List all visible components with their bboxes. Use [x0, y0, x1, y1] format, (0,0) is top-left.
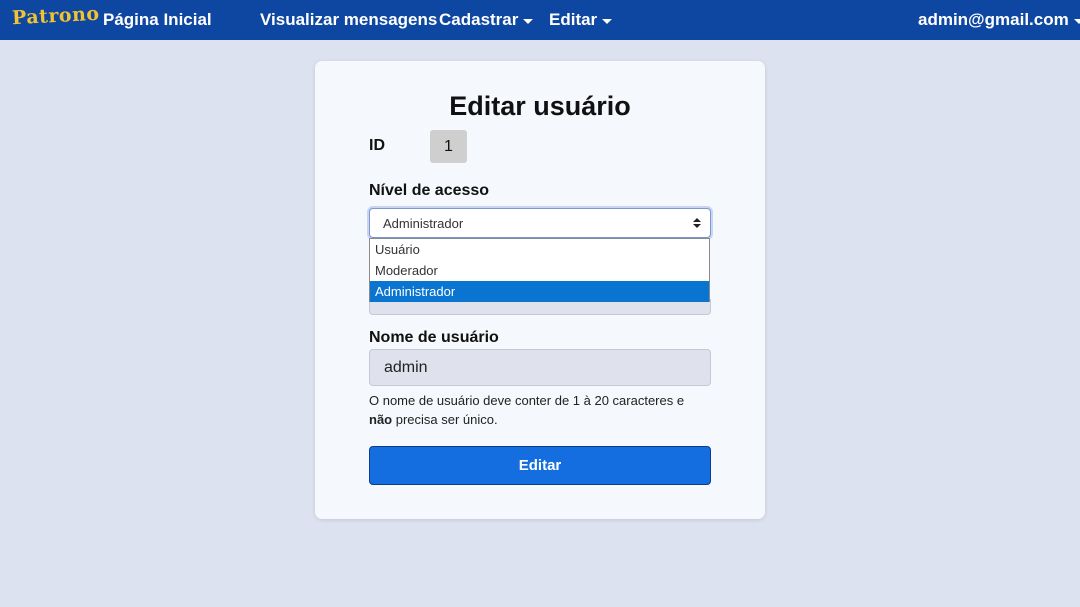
nav-register-dropdown[interactable]: Cadastrar: [439, 0, 534, 40]
nav-edit-dropdown[interactable]: Editar: [549, 0, 613, 40]
access-level-value: Administrador: [383, 215, 464, 231]
username-input[interactable]: admin: [369, 349, 711, 386]
option-usuario[interactable]: Usuário: [370, 239, 709, 260]
help-text-part2: precisa ser único.: [392, 412, 498, 427]
brand-logo[interactable]: Patrono: [11, 3, 100, 30]
edit-submit-button[interactable]: Editar: [369, 446, 711, 485]
help-text-part1: O nome de usuário deve conter de 1 à 20 …: [369, 393, 685, 408]
option-administrador[interactable]: Administrador: [370, 281, 709, 302]
page-title: Editar usuário: [449, 91, 631, 121]
access-level-select[interactable]: Administrador: [369, 208, 711, 238]
id-value: 1: [430, 130, 467, 163]
nav-register-label: Cadastrar: [439, 10, 519, 29]
nav-messages-link[interactable]: Visualizar mensagens: [260, 0, 437, 40]
id-label: ID: [369, 137, 385, 154]
username-help-text: O nome de usuário deve conter de 1 à 20 …: [369, 391, 709, 429]
user-menu-dropdown[interactable]: admin@gmail.com: [918, 0, 1080, 40]
select-arrows-icon: [693, 218, 701, 230]
username-label: Nome de usuário: [369, 329, 499, 346]
access-level-options: Usuário Moderador Administrador: [369, 238, 710, 302]
option-moderador[interactable]: Moderador: [370, 260, 709, 281]
chevron-down-icon: [523, 18, 534, 24]
user-email: admin@gmail.com: [918, 10, 1069, 29]
chevron-down-icon: [602, 18, 613, 24]
chevron-down-icon: [1073, 18, 1080, 24]
nav-edit-label: Editar: [549, 10, 598, 29]
edit-user-card: Editar usuário ID 1 Nível de acesso Admi…: [315, 61, 765, 519]
nav-home-link[interactable]: Página Inicial: [103, 0, 212, 40]
access-level-label: Nível de acesso: [369, 182, 490, 199]
help-text-bold: não: [369, 412, 393, 427]
top-navbar: Patrono Página Inicial Visualizar mensag…: [0, 0, 1080, 40]
